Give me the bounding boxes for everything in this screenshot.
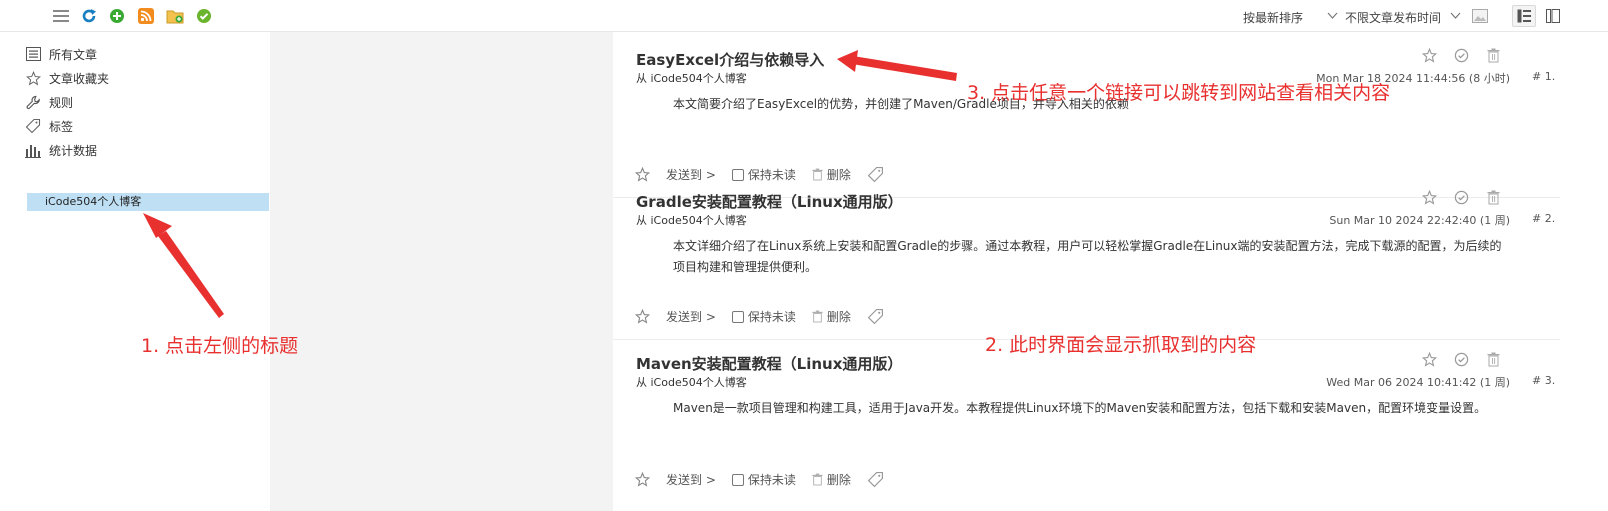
delete-button[interactable]: 删除 xyxy=(812,308,851,325)
article-number: # 2. xyxy=(1532,212,1556,225)
tag-icon[interactable] xyxy=(867,471,884,488)
article-title[interactable]: EasyExcel介绍与依赖导入 xyxy=(636,49,824,70)
annotation-step1: 1. 点击左侧的标题 xyxy=(141,335,299,357)
all-articles-icon xyxy=(25,46,41,62)
right-strip xyxy=(1560,32,1608,511)
trash-icon[interactable] xyxy=(1484,188,1502,206)
star-icon[interactable] xyxy=(1420,188,1438,206)
image-view-icon[interactable] xyxy=(1471,7,1489,25)
sort-label[interactable]: 按最新排序 xyxy=(1243,9,1303,26)
star-icon xyxy=(25,70,41,86)
bar-chart-icon xyxy=(25,142,41,158)
annotation-step2: 2. 此时界面会显示抓取到的内容 xyxy=(985,334,1257,356)
rss-icon[interactable] xyxy=(137,7,155,25)
sidebar-item-tags[interactable]: 标签 xyxy=(25,116,73,136)
article-tools xyxy=(1420,188,1502,206)
sidebar-item-label: 所有文章 xyxy=(49,47,98,62)
trash-icon[interactable] xyxy=(1484,46,1502,64)
article-source[interactable]: 从 iCode504个人博客 xyxy=(636,212,747,228)
article-title[interactable]: Gradle安装配置教程（Linux通用版） xyxy=(636,191,903,212)
article-date: Sun Mar 10 2024 22:42:40 (1 周) xyxy=(1329,214,1510,227)
checkbox[interactable] xyxy=(731,473,744,486)
sidebar-item-label: 标签 xyxy=(49,119,74,134)
mark-read-icon[interactable] xyxy=(1452,46,1470,64)
star-icon[interactable] xyxy=(1420,350,1438,368)
keep-unread-toggle[interactable]: 保持未读 xyxy=(731,308,796,325)
sidebar: 所有文章 文章收藏夹 规则 标签 统计数据 iCode504个人博客 xyxy=(0,32,270,511)
sidebar-item-favorites[interactable]: 文章收藏夹 xyxy=(25,68,109,88)
article-number: # 1. xyxy=(1532,70,1556,83)
delete-button[interactable]: 删除 xyxy=(812,471,851,488)
sidebar-item-label: 统计数据 xyxy=(49,143,98,158)
trash-icon[interactable] xyxy=(1484,350,1502,368)
tag-icon xyxy=(25,118,41,134)
send-to-button[interactable]: 发送到 > xyxy=(666,471,716,488)
feed-list-gap xyxy=(270,32,613,511)
article-item[interactable]: Maven安装配置教程（Linux通用版） 从 iCode504个人博客 Wed… xyxy=(613,336,1560,511)
sidebar-item-rules[interactable]: 规则 xyxy=(25,92,73,112)
article-source[interactable]: 从 iCode504个人博客 xyxy=(636,374,747,390)
article-summary: Maven是一款项目管理和构建工具，适用于Java开发。本教程提供Linux环境… xyxy=(673,401,1487,415)
mark-read-icon[interactable] xyxy=(195,7,213,25)
sidebar-feed-icode504[interactable]: iCode504个人博客 xyxy=(27,193,269,211)
sidebar-item-label: 规则 xyxy=(49,95,74,110)
menu-icon[interactable] xyxy=(52,7,70,25)
keep-unread-label: 保持未读 xyxy=(747,473,796,487)
article-actions: 发送到 > 保持未读 删除 xyxy=(635,308,900,325)
article-summary: 本文详细介绍了在Linux系统上安装和配置Gradle的步骤。通过本教程，用户可… xyxy=(673,239,1502,274)
sidebar-item-label: 文章收藏夹 xyxy=(49,71,110,86)
toolbar: 按最新排序 不限文章发布时间 xyxy=(0,0,1608,32)
delete-label: 删除 xyxy=(826,310,851,324)
sidebar-item-all-articles[interactable]: 所有文章 xyxy=(25,44,97,64)
keep-unread-toggle[interactable]: 保持未读 xyxy=(731,471,796,488)
article-tools xyxy=(1420,350,1502,368)
article-actions: 发送到 > 保持未读 删除 xyxy=(635,471,900,488)
tag-icon[interactable] xyxy=(867,308,884,325)
chevron-down-icon[interactable] xyxy=(1323,7,1341,25)
list-view-button[interactable] xyxy=(1512,5,1536,27)
keep-unread-label: 保持未读 xyxy=(747,310,796,324)
mark-read-icon[interactable] xyxy=(1452,350,1470,368)
article-tools xyxy=(1420,46,1502,64)
article-title[interactable]: Maven安装配置教程（Linux通用版） xyxy=(636,353,902,374)
article-date: Wed Mar 06 2024 10:41:42 (1 周) xyxy=(1326,376,1510,389)
chevron-down-icon[interactable] xyxy=(1446,7,1464,25)
send-to-button[interactable]: 发送到 > xyxy=(666,308,716,325)
favorite-button[interactable] xyxy=(635,309,650,324)
add-icon[interactable] xyxy=(108,7,126,25)
article-number: # 3. xyxy=(1532,374,1556,387)
mark-read-icon[interactable] xyxy=(1452,188,1470,206)
star-icon[interactable] xyxy=(1420,46,1438,64)
article-source[interactable]: 从 iCode504个人博客 xyxy=(636,70,747,86)
full-view-icon[interactable] xyxy=(1544,7,1562,25)
add-folder-icon[interactable] xyxy=(166,7,184,25)
sidebar-item-statistics[interactable]: 统计数据 xyxy=(25,140,97,160)
article-item[interactable]: Gradle安装配置教程（Linux通用版） 从 iCode504个人博客 Su… xyxy=(613,174,1560,340)
favorite-button[interactable] xyxy=(635,472,650,487)
refresh-icon[interactable] xyxy=(80,7,98,25)
annotation-step3: 3. 点击任意一个链接可以跳转到网站查看相关内容 xyxy=(967,82,1391,104)
wrench-icon xyxy=(25,94,41,110)
checkbox[interactable] xyxy=(731,310,744,323)
time-filter-label[interactable]: 不限文章发布时间 xyxy=(1345,9,1441,26)
delete-label: 删除 xyxy=(826,473,851,487)
